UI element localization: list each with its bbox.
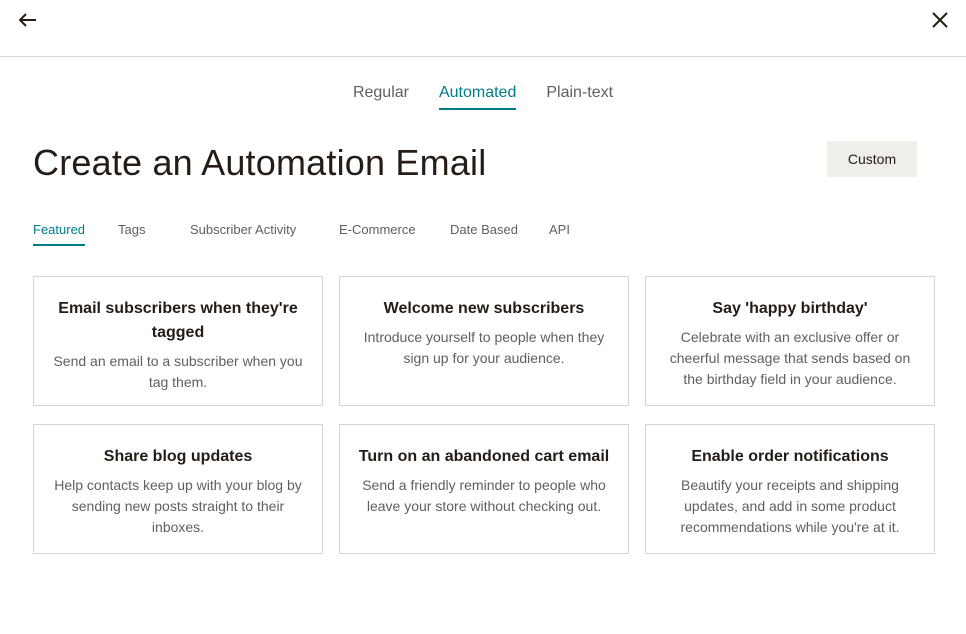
tab-subscriber-activity[interactable]: Subscriber Activity — [190, 222, 296, 246]
campaign-type-tabs: Regular Automated Plain-text — [0, 84, 966, 110]
card-order-notifications[interactable]: Enable order notifications Beautify your… — [645, 424, 935, 554]
custom-button[interactable]: Custom — [827, 141, 917, 177]
card-description: Send an email to a subscriber when you t… — [53, 353, 303, 390]
card-title: Email subscribers when they're tagged — [58, 300, 298, 341]
tab-date-based[interactable]: Date Based — [450, 222, 518, 246]
card-welcome[interactable]: Welcome new subscribers Introduce yourse… — [339, 276, 629, 406]
card-title: Enable order notifications — [691, 448, 889, 465]
card-description: Introduce yourself to people when they s… — [363, 329, 605, 366]
tab-featured[interactable]: Featured — [33, 222, 86, 246]
tab-tags[interactable]: Tags — [118, 222, 145, 246]
close-icon — [932, 12, 948, 28]
page-title: Create an Automation Email — [33, 142, 487, 183]
tab-e-commerce[interactable]: E-Commerce — [339, 222, 416, 246]
tab-api[interactable]: API — [549, 222, 570, 246]
arrow-left-icon — [19, 13, 36, 27]
card-description: Send a friendly reminder to people who l… — [362, 477, 606, 514]
close-button[interactable] — [926, 6, 954, 34]
card-blog-updates[interactable]: Share blog updates Help contacts keep up… — [33, 424, 323, 554]
automation-card-grid: Email subscribers when they're tagged Se… — [33, 276, 935, 554]
back-button[interactable] — [14, 6, 42, 34]
tab-regular[interactable]: Regular — [353, 84, 409, 110]
card-description: Help contacts keep up with your blog by … — [54, 477, 302, 535]
tab-automated[interactable]: Automated — [438, 84, 517, 110]
card-description: Beautify your receipts and shipping upda… — [680, 477, 900, 535]
tab-plain-text[interactable]: Plain-text — [546, 84, 613, 110]
card-title: Share blog updates — [103, 448, 253, 465]
card-abandoned-cart[interactable]: Turn on an abandoned cart email Send a f… — [339, 424, 629, 554]
top-bar — [0, 0, 966, 57]
card-title: Welcome new subscribers — [383, 300, 585, 317]
card-birthday[interactable]: Say 'happy birthday' Celebrate with an e… — [645, 276, 935, 406]
card-title: Turn on an abandoned cart email — [358, 448, 610, 465]
card-title: Say 'happy birthday' — [712, 300, 868, 317]
card-description: Celebrate with an exclusive offer or che… — [669, 329, 911, 387]
card-tagged[interactable]: Email subscribers when they're tagged Se… — [33, 276, 323, 406]
